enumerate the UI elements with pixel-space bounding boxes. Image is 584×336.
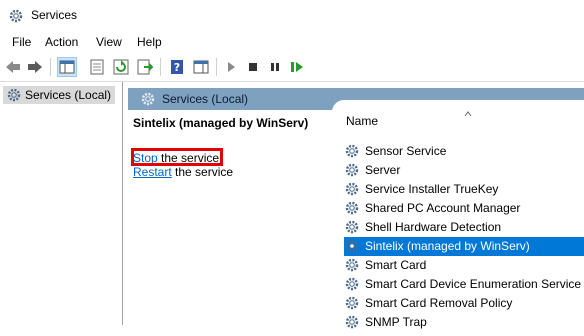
help-icon[interactable]: ? xyxy=(168,58,186,76)
extended-description: Sintelix (managed by WinServ) Stop the s… xyxy=(128,110,328,325)
list-item[interactable]: Sintelix (managed by WinServ) xyxy=(344,237,584,256)
services-list: Name Sensor Service Server Service Install… xyxy=(332,100,584,329)
pane-header-title: Services (Local) xyxy=(162,92,249,106)
properties-icon[interactable] xyxy=(88,58,106,76)
toolbar: ? xyxy=(0,53,584,82)
window-title: Services xyxy=(31,8,78,22)
tree-item-services-local[interactable]: Services (Local) xyxy=(3,86,116,104)
toolbar-separator xyxy=(50,58,51,76)
service-name: Service Installer TrueKey xyxy=(365,182,499,196)
pause-service-icon[interactable] xyxy=(266,58,284,76)
stop-link[interactable]: Stop xyxy=(133,151,158,165)
service-name: Server xyxy=(365,163,401,177)
service-name: Shell Hardware Detection xyxy=(365,220,502,234)
selected-service-name: Sintelix (managed by WinServ) xyxy=(133,116,309,130)
toolbar-separator xyxy=(216,58,217,76)
services-gear-icon xyxy=(8,8,24,24)
list-item[interactable]: Shared PC Account Manager xyxy=(344,199,584,218)
stop-service-action: Stop the service xyxy=(131,148,223,166)
refresh-icon[interactable] xyxy=(112,58,130,76)
tree-item-label: Services (Local) xyxy=(25,88,112,102)
list-item[interactable]: Service Installer TrueKey xyxy=(344,180,584,199)
service-gear-icon xyxy=(344,314,360,336)
service-name: Smart Card Device Enumeration Service xyxy=(365,277,582,291)
gear-icon xyxy=(140,91,156,110)
menu-action[interactable]: Action xyxy=(45,35,78,49)
service-name: Sensor Service xyxy=(365,144,447,158)
service-name: Smart Card xyxy=(365,258,427,272)
forward-icon[interactable] xyxy=(26,58,44,76)
toolbar-separator xyxy=(160,58,161,76)
gear-icon xyxy=(6,87,22,108)
menu-bar: File Action View Help xyxy=(0,32,584,52)
console-tree: Services (Local) xyxy=(0,82,123,325)
column-header-name[interactable]: Name xyxy=(346,114,378,128)
menu-help[interactable]: Help xyxy=(137,35,162,49)
title-bar: Services xyxy=(0,0,584,32)
restart-service-action: Restart the service xyxy=(133,165,233,179)
service-name: Shared PC Account Manager xyxy=(365,201,521,215)
restart-action-text: the service xyxy=(171,165,234,179)
back-icon[interactable] xyxy=(4,58,22,76)
service-name: Sintelix (managed by WinServ) xyxy=(365,239,530,253)
list-item[interactable]: Smart Card xyxy=(344,256,584,275)
menu-view[interactable]: View xyxy=(96,35,122,49)
show-hide-action-pane-icon[interactable] xyxy=(192,58,210,76)
stop-action-text: the service xyxy=(157,151,220,165)
service-name: Smart Card Removal Policy xyxy=(365,296,513,310)
menu-file[interactable]: File xyxy=(12,35,31,49)
export-list-icon[interactable] xyxy=(136,58,154,76)
restart-link[interactable]: Restart xyxy=(133,165,172,179)
list-item[interactable]: Shell Hardware Detection xyxy=(344,218,584,237)
show-hide-console-tree-icon[interactable] xyxy=(57,57,77,77)
stop-service-icon[interactable] xyxy=(244,58,262,76)
list-item[interactable]: Smart Card Removal Policy xyxy=(344,294,584,313)
sort-ascending-icon xyxy=(464,106,472,120)
start-service-icon[interactable] xyxy=(222,58,240,76)
list-item[interactable]: Smart Card Device Enumeration Service xyxy=(344,275,584,294)
svg-text:?: ? xyxy=(174,61,180,74)
list-item[interactable]: Sensor Service xyxy=(344,142,584,161)
details-pane: Services (Local) Sintelix (managed by Wi… xyxy=(128,82,584,329)
restart-service-icon[interactable] xyxy=(288,58,306,76)
list-item[interactable]: SNMP Trap xyxy=(344,313,584,332)
service-name: SNMP Trap xyxy=(365,315,427,329)
list-item[interactable]: Server xyxy=(344,161,584,180)
